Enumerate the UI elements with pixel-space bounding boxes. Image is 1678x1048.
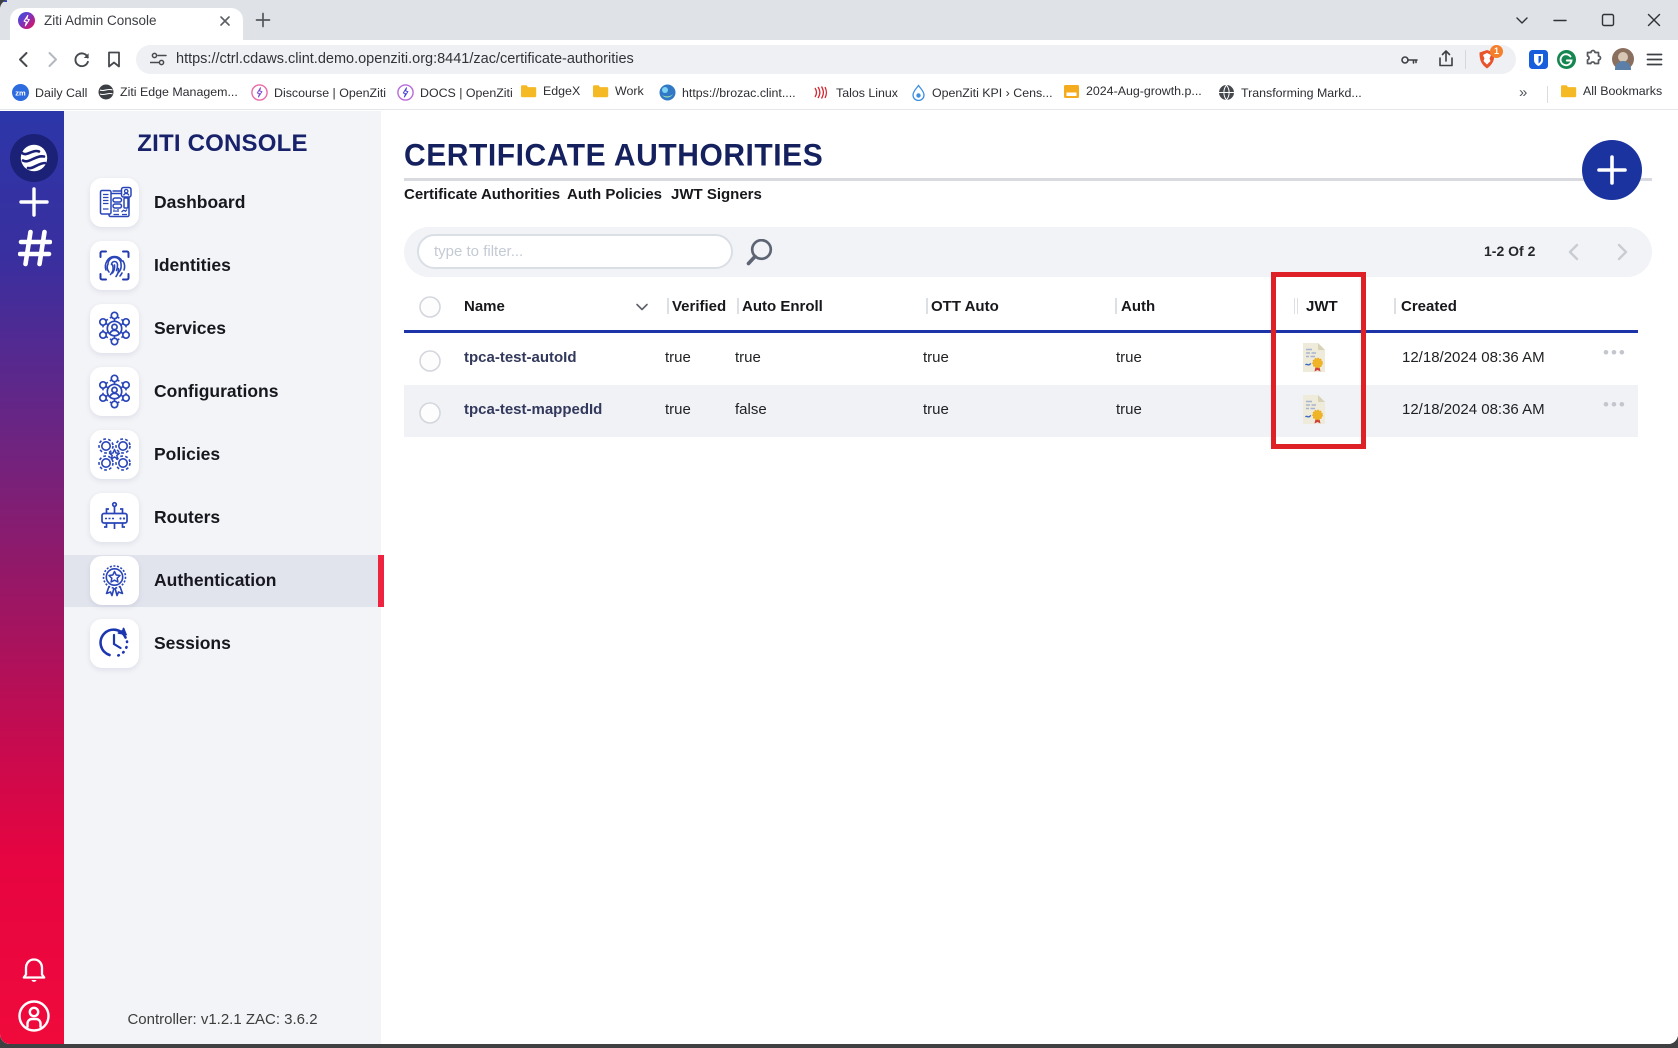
svg-text:zm: zm xyxy=(15,89,26,98)
